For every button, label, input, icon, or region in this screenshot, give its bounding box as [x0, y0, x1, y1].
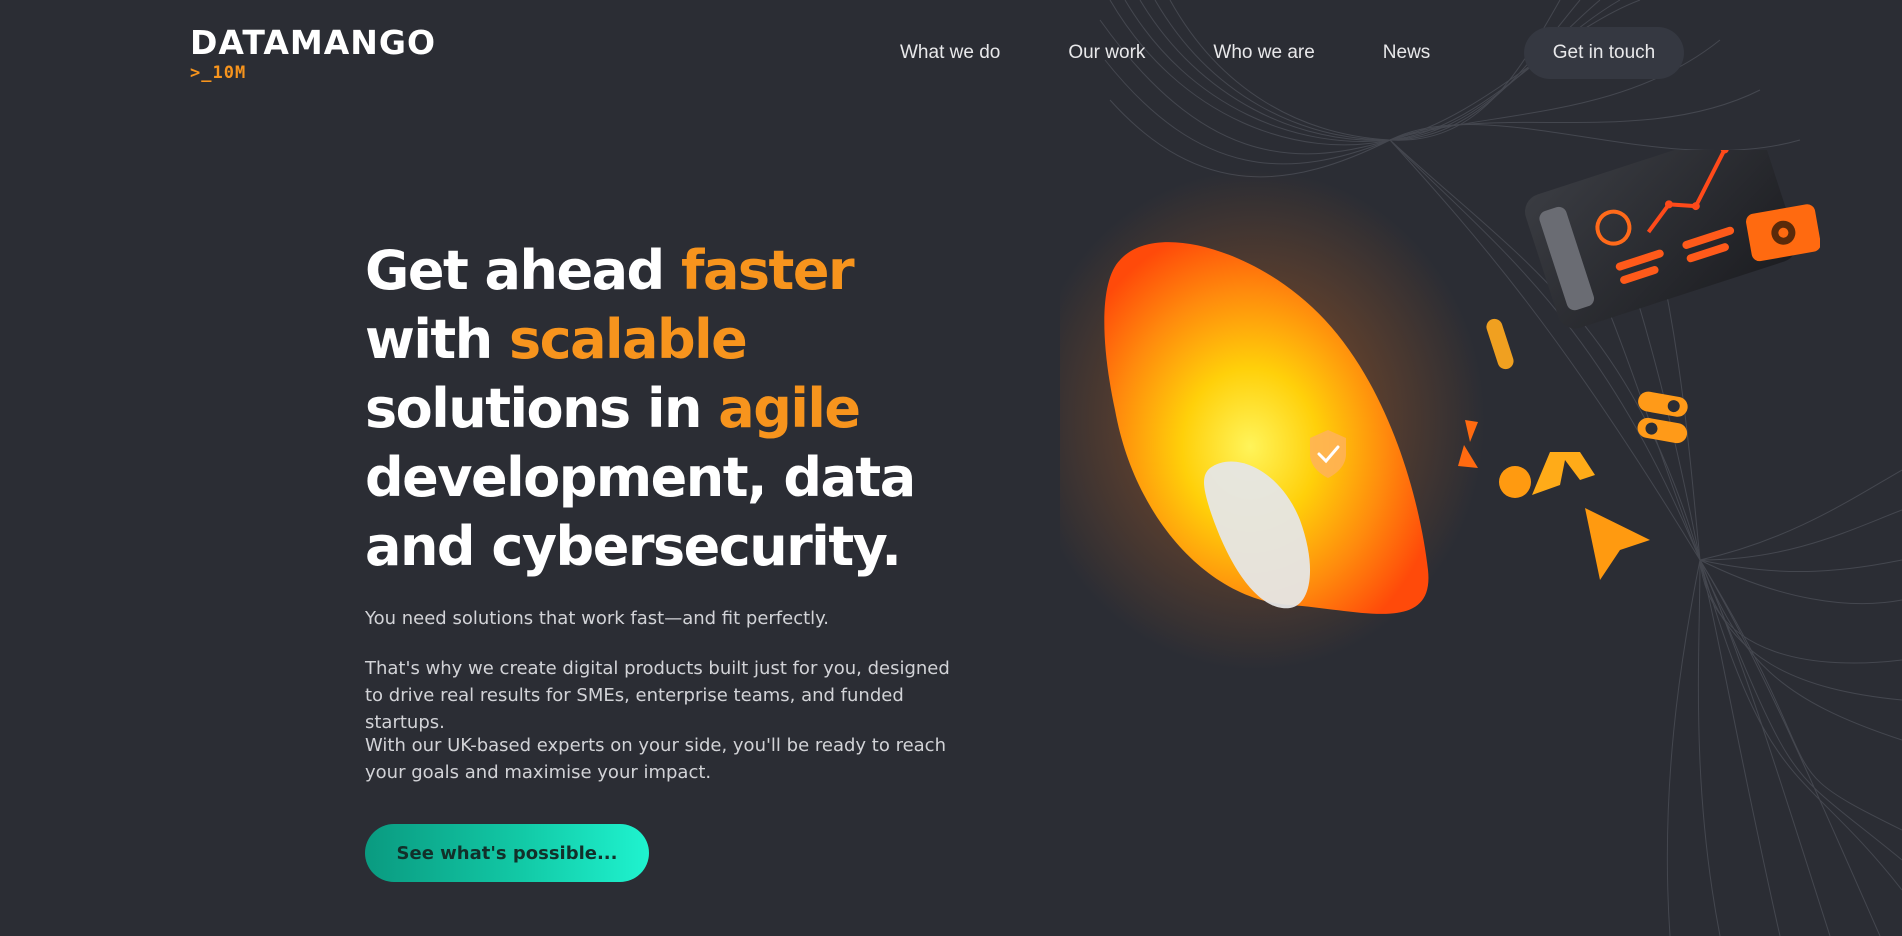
headline-part: with: [365, 308, 509, 371]
hero-section: Get ahead faster with scalable solutions…: [365, 236, 965, 581]
hero-paragraph-2: That's why we create digital products bu…: [365, 658, 950, 733]
hero-paragraph-1: You need solutions that work fast—and fi…: [365, 608, 829, 629]
toggle-icon: [1637, 391, 1688, 444]
nav-news[interactable]: News: [1383, 42, 1431, 64]
brand-logo[interactable]: DATAMANGO >_10M: [190, 26, 436, 82]
hero-paragraph-3: With our UK-based experts on your side, …: [365, 735, 946, 783]
get-in-touch-button[interactable]: Get in touch: [1524, 27, 1684, 79]
headline-part: Get ahead: [365, 239, 681, 302]
om-shape: [1499, 452, 1595, 498]
brand-wordmark: DATAMANGO: [190, 23, 436, 62]
nav-our-work[interactable]: Our work: [1068, 42, 1145, 64]
headline-part: and cybersecurity.: [365, 515, 902, 578]
hero-headline: Get ahead faster with scalable solutions…: [365, 236, 965, 581]
nav-who-we-are[interactable]: Who we are: [1213, 42, 1314, 64]
hero-illustration: [1060, 150, 1820, 670]
nav-what-we-do[interactable]: What we do: [900, 42, 1000, 64]
cursor-arrow-icon: [1585, 508, 1650, 580]
headline-accent: agile: [718, 377, 861, 440]
headline-accent: scalable: [508, 308, 748, 371]
see-whats-possible-button[interactable]: See what's possible...: [365, 824, 649, 882]
headline-part: solutions in: [365, 377, 719, 440]
main-nav: What we do Our work Who we are News: [900, 27, 1498, 79]
headline-accent: faster: [680, 239, 855, 302]
headline-part: development, data: [365, 446, 916, 509]
capsule-icon: [1486, 318, 1514, 370]
brand-tagline: >_10M: [190, 63, 247, 83]
